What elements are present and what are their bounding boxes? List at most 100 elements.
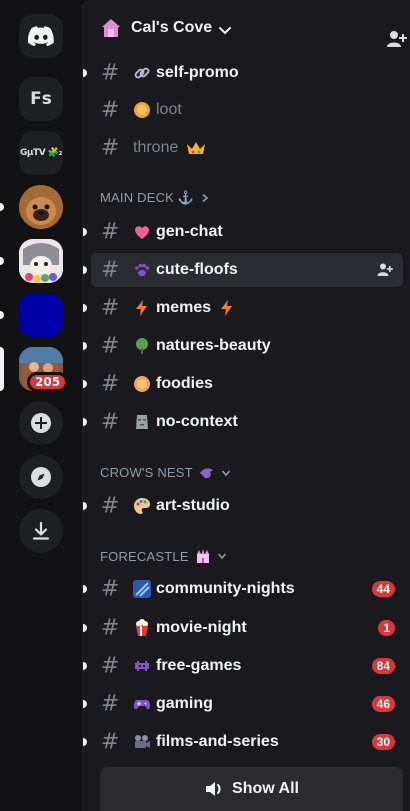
guild-header[interactable]: Cal's Cove (83, 0, 410, 56)
unread-indicator (83, 502, 87, 510)
channel-self-promo[interactable]: # self-promo (83, 56, 403, 90)
category-forecastle[interactable]: FORECASTLE (100, 548, 227, 564)
add-server-button[interactable] (19, 401, 63, 445)
unread-indicator (83, 585, 87, 593)
unread-pip (0, 257, 4, 265)
unread-indicator (83, 662, 87, 670)
hash-icon: # (101, 257, 120, 283)
category-crows-nest[interactable]: CROW'S NEST (100, 465, 231, 480)
paw-icon (135, 263, 150, 277)
hash-icon: # (101, 615, 120, 641)
bolt-icon (136, 300, 147, 316)
channel-name: no-context (156, 413, 238, 430)
chevron-down-icon (219, 27, 231, 35)
channel-films-and-series[interactable]: # films-and-series 30 (83, 725, 403, 759)
camera-icon (135, 735, 150, 748)
channel-gen-chat[interactable]: # gen-chat (83, 215, 403, 249)
server-anime[interactable] (19, 239, 63, 283)
channel-foodies[interactable]: # foodies (83, 367, 403, 401)
show-all-label: Show All (232, 780, 299, 797)
unread-indicator (83, 266, 87, 274)
unread-indicator (83, 304, 87, 312)
channel-throne[interactable]: # throne (91, 131, 403, 165)
sparkle-icon (133, 580, 151, 598)
channel-natures-beauty[interactable]: # natures-beauty (83, 329, 403, 363)
category-label: FORECASTLE (100, 548, 189, 564)
unread-indicator (83, 418, 87, 426)
mention-count-badge: 84 (371, 658, 395, 674)
channel-free-games[interactable]: # free-games 84 (83, 649, 403, 683)
channel-cute-floofs[interactable]: # cute-floofs (83, 253, 403, 287)
category-label: MAIN DECK ⚓ (100, 190, 195, 205)
server-dog[interactable] (19, 185, 63, 229)
channel-community-nights[interactable]: # community-nights 44 (83, 572, 403, 606)
hash-icon: # (101, 60, 120, 86)
create-invite-icon[interactable] (377, 262, 393, 278)
channel-memes[interactable]: # memes (83, 291, 403, 325)
palette-icon (134, 498, 150, 514)
hash-icon: # (101, 219, 120, 245)
channel-loot[interactable]: # loot (91, 93, 403, 127)
channel-no-context[interactable]: # no-context (83, 405, 403, 439)
channel-name: movie-night (156, 619, 247, 636)
popcorn-icon (136, 619, 148, 636)
server-blue[interactable] (19, 293, 63, 337)
castle-icon (196, 549, 209, 563)
unread-pip (0, 311, 4, 319)
category-main-deck[interactable]: MAIN DECK ⚓ (100, 190, 210, 206)
channel-name: natures-beauty (156, 337, 271, 354)
explore-button[interactable] (19, 455, 63, 499)
download-icon (32, 521, 50, 540)
server-fs-label: Fs (30, 89, 52, 109)
chevron-down-icon (217, 553, 226, 560)
invite-people-icon[interactable] (386, 29, 408, 49)
channel-sidebar: Cal's Cove # self-promo # loot # throne (82, 0, 410, 811)
mention-count-badge: 46 (371, 696, 395, 712)
download-apps-button[interactable] (19, 509, 63, 553)
mention-count-badge: 30 (371, 734, 395, 750)
channel-movie-night[interactable]: # movie-night 1 (83, 611, 403, 645)
server-gs-label: GµTV 🧩₂ (20, 148, 62, 158)
unread-indicator (83, 342, 87, 350)
unread-pip (0, 203, 4, 211)
link-icon (134, 67, 150, 79)
guild-home-icon (102, 19, 120, 37)
hash-icon: # (101, 691, 120, 717)
channel-name: art-studio (156, 497, 230, 514)
discord-home-button[interactable] (19, 14, 63, 58)
category-label: CROW'S NEST (100, 465, 193, 480)
unread-indicator (83, 738, 87, 746)
unread-indicator (83, 624, 87, 632)
plus-circle-icon (31, 413, 51, 433)
coin-icon (134, 102, 150, 118)
channel-art-studio[interactable]: # art-studio (83, 489, 403, 523)
speaker-icon (206, 782, 221, 796)
server-fs[interactable]: Fs (19, 77, 63, 121)
channel-name: memes (156, 299, 212, 316)
mention-badge: 205 (27, 372, 69, 392)
chevron-down-icon (221, 469, 230, 476)
channel-name: free-games (156, 657, 242, 674)
peach-icon (134, 376, 150, 392)
server-gs[interactable]: GµTV 🧩₂ (19, 131, 63, 175)
show-all-button[interactable]: Show All (100, 767, 403, 811)
unread-indicator (83, 228, 87, 236)
guild-name: Cal's Cove (131, 19, 213, 36)
channel-gaming[interactable]: # gaming 46 (83, 687, 403, 721)
hash-icon: # (101, 295, 120, 321)
gamepad-icon (133, 700, 151, 710)
server-rail: Fs GµTV 🧩₂ 205 (0, 0, 82, 811)
unread-indicator (83, 380, 87, 388)
channel-name: self-promo (156, 64, 239, 81)
discord-logo-icon (28, 26, 54, 46)
hash-icon: # (101, 333, 120, 359)
channel-name: foodies (156, 375, 213, 392)
dog-avatar-icon (19, 185, 63, 229)
channel-name: cute-floofs (156, 261, 238, 278)
hash-icon: # (101, 97, 120, 123)
channel-name: loot (156, 101, 182, 118)
chevron-right-icon (202, 193, 209, 203)
hash-icon: # (101, 135, 120, 161)
bolt-icon (221, 300, 232, 316)
channel-name: gaming (156, 695, 213, 712)
